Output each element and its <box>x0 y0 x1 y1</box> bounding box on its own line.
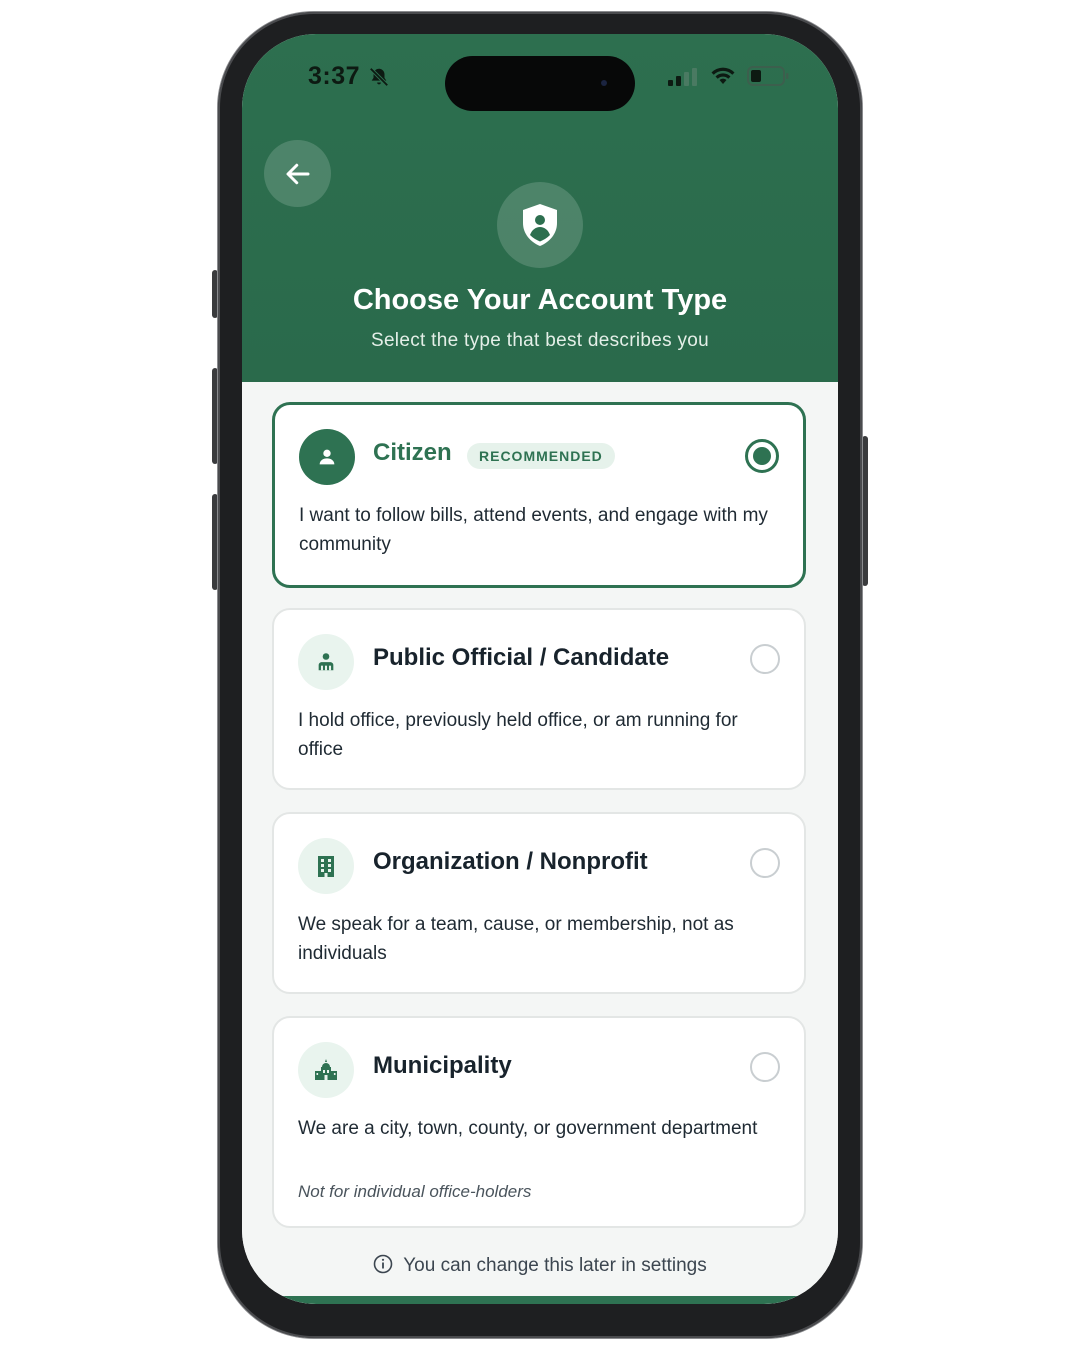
footer-text: You can change this later in settings <box>403 1255 707 1276</box>
building-icon <box>318 856 334 877</box>
option-description: We are a city, town, county, or governme… <box>298 1118 758 1139</box>
dynamic-island <box>445 56 635 111</box>
wifi-icon <box>711 67 735 84</box>
page-subtitle: Select the type that best describes you <box>370 330 710 351</box>
option-title: Public Official / Candidate <box>373 644 670 671</box>
option-description: We speak for a team, cause, or membershi… <box>298 914 734 964</box>
power-button <box>862 436 868 586</box>
arrow-left-icon <box>286 163 309 184</box>
option-title: Citizen <box>373 439 452 466</box>
status-time: 3:37 <box>308 62 361 90</box>
option-note: Not for individual office-holders <box>298 1182 532 1201</box>
bell-slash-icon <box>369 67 389 87</box>
city-hall-icon <box>315 1059 337 1080</box>
battery-icon <box>747 66 789 86</box>
option-citizen[interactable]: Citizen RECOMMENDED I want to follow bil… <box>272 402 806 588</box>
bottom-strip <box>242 1296 838 1304</box>
radio-unselected[interactable] <box>750 848 780 878</box>
option-description: I want to follow bills, attend events, a… <box>299 505 768 555</box>
recommended-badge: RECOMMENDED <box>467 443 615 469</box>
option-municipality[interactable]: Municipality We are a city, town, county… <box>272 1016 806 1228</box>
screen: 3:37 Choose Your Account Type Select the… <box>242 34 838 1304</box>
back-button[interactable] <box>264 140 331 207</box>
option-icon-circle <box>298 1042 354 1098</box>
account-type-list: Citizen RECOMMENDED I want to follow bil… <box>242 382 838 1304</box>
footer-note: You can change this later in settings <box>242 1254 838 1277</box>
radio-dot <box>753 447 771 465</box>
person-icon <box>319 449 335 465</box>
option-icon-circle <box>298 838 354 894</box>
status-bar: 3:37 <box>242 34 838 114</box>
camera-dot <box>601 80 607 86</box>
page-title: Choose Your Account Type <box>352 284 728 316</box>
shield-user-icon <box>523 204 557 246</box>
radio-unselected[interactable] <box>750 644 780 674</box>
radio-selected[interactable] <box>745 439 779 473</box>
info-icon <box>373 1254 393 1274</box>
option-description: I hold office, previously held office, o… <box>298 710 738 760</box>
option-icon-circle <box>299 429 355 485</box>
cellular-signal-icon <box>668 68 697 86</box>
hero-icon-circle <box>497 182 583 268</box>
option-organization[interactable]: Organization / Nonprofit We speak for a … <box>272 812 806 994</box>
radio-unselected[interactable] <box>750 1052 780 1082</box>
option-public-official[interactable]: Public Official / Candidate I hold offic… <box>272 608 806 790</box>
official-icon <box>318 653 334 671</box>
header: 3:37 Choose Your Account Type Select the… <box>242 34 838 382</box>
option-icon-circle <box>298 634 354 690</box>
option-title: Municipality <box>373 1052 512 1079</box>
option-title: Organization / Nonprofit <box>373 848 648 875</box>
